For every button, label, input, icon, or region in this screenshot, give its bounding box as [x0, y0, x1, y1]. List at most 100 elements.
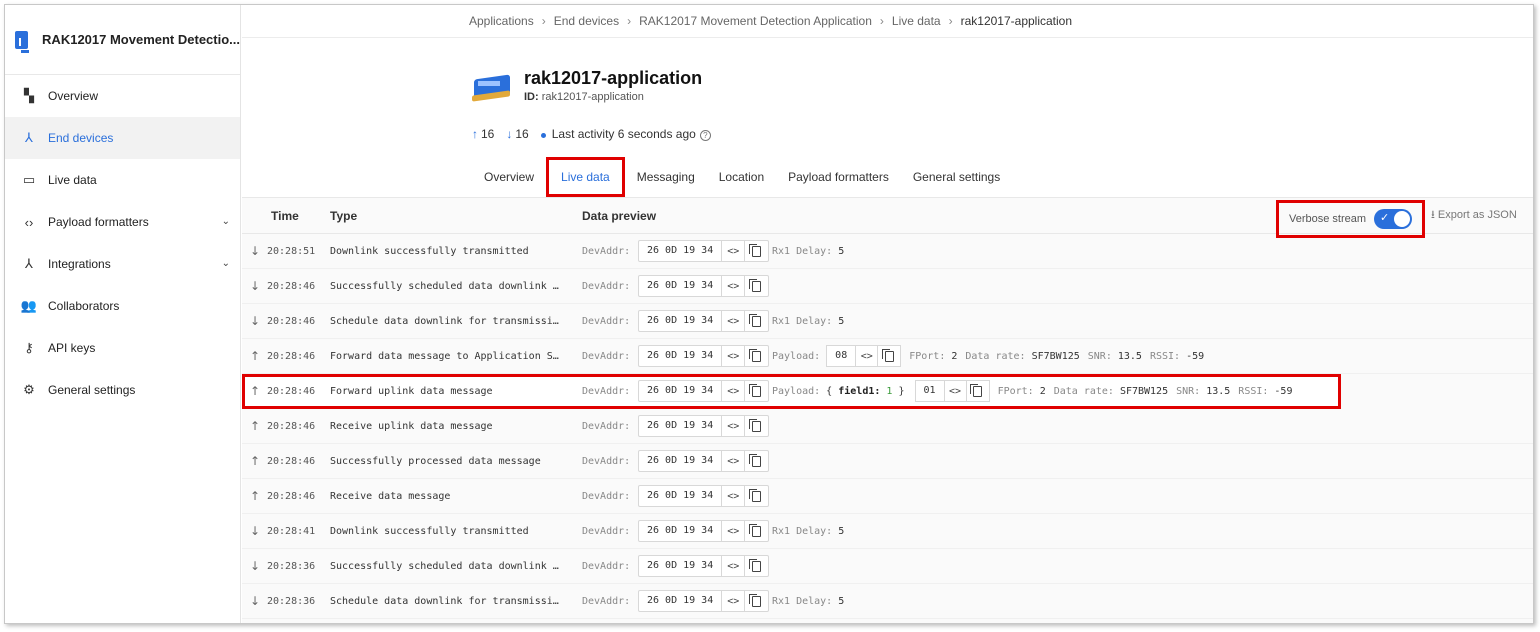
code-icon[interactable]: <>: [722, 521, 746, 541]
table-row[interactable]: ↓ 20:28:41 Downlink successfully transmi…: [242, 514, 1533, 549]
copy-icon[interactable]: [745, 311, 768, 331]
breadcrumb-separator-icon: ›: [541, 14, 546, 28]
code-icon[interactable]: <>: [722, 241, 746, 261]
code-icon[interactable]: <>: [945, 381, 967, 401]
chevron-down-icon[interactable]: ⌄: [222, 258, 230, 269]
devaddr-label: DevAddr:: [582, 490, 631, 502]
sidebar-item-integrations[interactable]: ⅄ Integrations ⌄: [5, 243, 240, 285]
app-window: RAK12017 Movement Detectio... ▚ Overview…: [4, 4, 1534, 624]
breadcrumb-item[interactable]: End devices: [554, 14, 619, 28]
copy-icon[interactable]: [745, 556, 768, 576]
table-row[interactable]: ↓ 20:28:46 Successfully scheduled data d…: [242, 269, 1533, 304]
rx1-delay: Rx1 Delay: 5: [772, 595, 845, 607]
tab-payload-formatters[interactable]: Payload formatters: [776, 157, 901, 197]
table-row[interactable]: ↑ 20:28:46 Receive uplink data message D…: [242, 409, 1533, 444]
decoded-payload: { field1: 1 }: [826, 385, 905, 397]
copy-icon[interactable]: [745, 381, 768, 401]
table-row[interactable]: ↑ 20:28:46 Successfully processed data m…: [242, 444, 1533, 479]
table-row[interactable]: ↓ 20:28:51 Downlink successfully transmi…: [242, 234, 1533, 269]
tab-live-data[interactable]: Live data: [546, 157, 625, 197]
main-content: Applications › End devices › RAK12017 Moveme…: [242, 5, 1533, 623]
status-dot-icon: [540, 133, 546, 138]
app-header[interactable]: RAK12017 Movement Detectio...: [5, 5, 240, 75]
table-row[interactable]: ↓ 20:28:36 Schedule data downlink for tr…: [242, 584, 1533, 619]
code-icon[interactable]: <>: [722, 451, 746, 471]
help-icon[interactable]: ?: [699, 130, 711, 141]
devaddr-label: DevAddr:: [582, 315, 631, 327]
code-icon[interactable]: <>: [722, 311, 746, 331]
arrow-down-icon: ↓: [250, 244, 261, 258]
table-row[interactable]: ↓ 20:28:46 Schedule data downlink for tr…: [242, 304, 1533, 339]
arrow-down-icon: ↓: [250, 524, 261, 538]
event-type: Receive uplink data message: [330, 420, 493, 432]
devaddr-box: 26 0D 19 34 <>: [638, 485, 770, 507]
sidebar-item-label: API keys: [48, 341, 96, 355]
sidebar-item-end-devices[interactable]: ⅄ End devices: [5, 117, 240, 159]
devaddr-box: 26 0D 19 34 <>: [638, 345, 770, 367]
sidebar-item-collaborators[interactable]: 👥 Collaborators: [5, 285, 240, 327]
tab-messaging[interactable]: Messaging: [625, 157, 707, 197]
code-icon[interactable]: <>: [856, 346, 879, 366]
copy-icon[interactable]: [745, 451, 768, 471]
list-icon: ▭: [22, 172, 36, 187]
column-type[interactable]: Type: [330, 209, 357, 223]
arrow-up-icon: ↑: [472, 127, 478, 141]
code-icon[interactable]: <>: [722, 486, 746, 506]
sidebar-item-label: Live data: [48, 173, 97, 187]
sidebar-item-general-settings[interactable]: ⚙ General settings: [5, 369, 240, 411]
table-row[interactable]: ↑ 20:28:46 Forward data message to Appli…: [242, 339, 1533, 374]
event-type: Receive data message: [330, 490, 451, 502]
code-icon[interactable]: <>: [722, 276, 746, 296]
code-icon[interactable]: <>: [722, 416, 746, 436]
code-icon[interactable]: <>: [722, 381, 746, 401]
sidebar-item-overview[interactable]: ▚ Overview: [5, 75, 240, 117]
event-time: 20:28:36: [267, 595, 316, 607]
event-type: Successfully processed data message: [330, 455, 541, 467]
tab-general-settings[interactable]: General settings: [901, 157, 1012, 197]
breadcrumb: Applications › End devices › RAK12017 Moveme…: [242, 5, 1533, 38]
devaddr-label: DevAddr:: [582, 280, 631, 292]
sidebar-item-label: End devices: [48, 131, 114, 145]
payload-box: 01 <>: [914, 380, 990, 402]
device-tabs: Overview Live data Messaging Location Payloa…: [472, 157, 1012, 197]
table-row[interactable]: ↑ 20:28:46 Forward uplink data message D…: [242, 374, 1341, 409]
copy-icon[interactable]: [745, 276, 768, 296]
column-time[interactable]: Time: [271, 209, 299, 223]
breadcrumb-item[interactable]: Applications: [469, 14, 534, 28]
breadcrumb-item[interactable]: RAK12017 Movement Detection Application: [639, 14, 872, 28]
sidebar-item-live-data[interactable]: ▭ Live data: [5, 159, 240, 201]
tab-location[interactable]: Location: [707, 157, 776, 197]
copy-icon[interactable]: [967, 381, 989, 401]
tab-overview[interactable]: Overview: [472, 157, 546, 197]
code-icon[interactable]: <>: [722, 346, 746, 366]
table-row[interactable]: ↑ 20:28:46 Receive data message DevAddr:…: [242, 479, 1533, 514]
dashboard-icon: ▚: [24, 88, 34, 103]
copy-icon[interactable]: [878, 346, 900, 366]
people-icon: 👥: [20, 298, 38, 313]
event-time: 20:28:46: [267, 455, 316, 467]
verbose-stream-label: Verbose stream: [1289, 213, 1367, 225]
download-icon: ⭳: [1431, 209, 1435, 221]
chevron-down-icon[interactable]: ⌄: [222, 216, 230, 227]
breadcrumb-item[interactable]: Live data: [892, 14, 941, 28]
devaddr-box: 26 0D 19 34 <>: [638, 555, 770, 577]
device-hub-icon: ⅄: [25, 130, 33, 145]
table-row[interactable]: ↓ 20:28:36 Successfully scheduled data d…: [242, 549, 1533, 584]
event-type: Downlink successfully transmitted: [330, 245, 529, 257]
copy-icon[interactable]: [745, 241, 768, 261]
copy-icon[interactable]: [745, 591, 768, 611]
copy-icon[interactable]: [745, 521, 768, 541]
export-json-button[interactable]: ⭳ Export as JSON: [1431, 206, 1517, 225]
code-icon[interactable]: <>: [722, 556, 746, 576]
devaddr-box: 26 0D 19 34 <>: [638, 520, 770, 542]
check-icon: ✓: [1380, 212, 1390, 224]
event-time: 20:28:46: [267, 315, 316, 327]
sidebar-item-payload-formatters[interactable]: ‹› Payload formatters ⌄: [5, 201, 240, 243]
sidebar-item-api-keys[interactable]: ⚷ API keys: [5, 327, 240, 369]
device-icon: [472, 71, 512, 103]
copy-icon[interactable]: [745, 346, 768, 366]
copy-icon[interactable]: [745, 416, 768, 436]
verbose-stream-toggle[interactable]: ✓: [1374, 209, 1413, 229]
code-icon[interactable]: <>: [722, 591, 746, 611]
copy-icon[interactable]: [745, 486, 768, 506]
